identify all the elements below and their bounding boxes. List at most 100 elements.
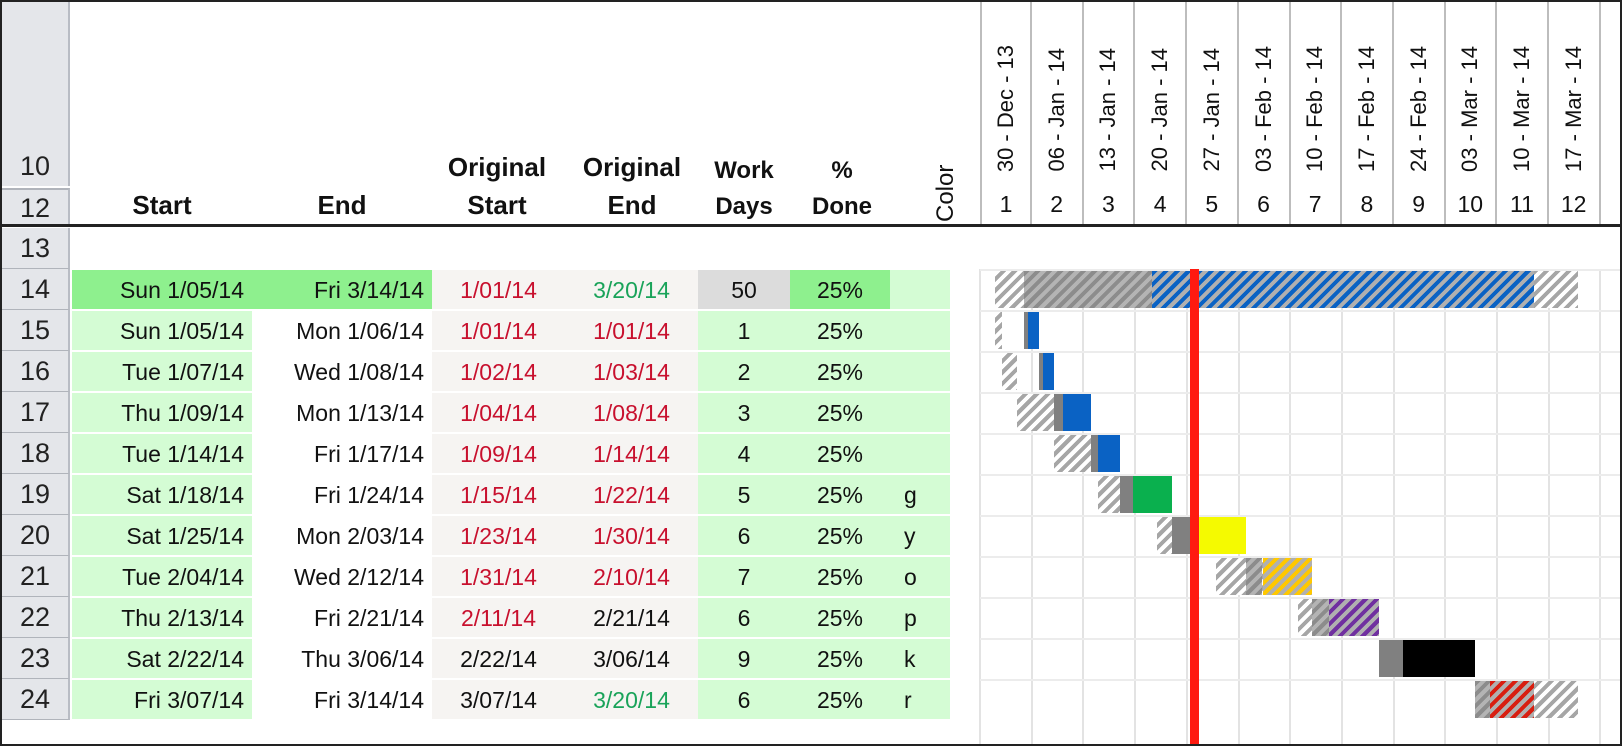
progress-done-bar[interactable] xyxy=(1245,558,1263,595)
start-date-cell[interactable]: Sat 2/22/14 xyxy=(72,639,252,678)
end-date-cell[interactable]: Thu 3/06/14 xyxy=(252,639,432,678)
row-header-15[interactable]: 15 xyxy=(2,310,70,351)
work-days-cell[interactable]: 7 xyxy=(698,557,790,596)
original-start-cell[interactable]: 1/31/14 xyxy=(432,557,565,596)
pct-done-cell[interactable]: 25% xyxy=(790,516,890,555)
progress-done-bar[interactable] xyxy=(1120,476,1134,513)
baseline-bar[interactable] xyxy=(1016,394,1054,431)
color-code-cell[interactable] xyxy=(890,352,950,391)
color-code-cell[interactable]: r xyxy=(890,680,950,719)
original-start-cell[interactable]: 1/01/14 xyxy=(432,311,565,350)
progress-done-bar[interactable] xyxy=(1172,517,1191,554)
progress-done-bar[interactable] xyxy=(1378,640,1403,677)
progress-done-bar[interactable] xyxy=(1312,599,1329,636)
end-date-cell[interactable]: Fri 3/14/14 xyxy=(252,680,432,719)
baseline-bar[interactable] xyxy=(994,312,1003,349)
task-bar-purple[interactable] xyxy=(1328,599,1379,636)
timeline-week-column[interactable]: 03 - Mar - 14 10 xyxy=(1445,2,1498,224)
color-code-cell[interactable] xyxy=(890,270,950,309)
task-bar-blue[interactable] xyxy=(1151,271,1534,308)
row-header-22[interactable]: 22 xyxy=(2,597,70,638)
end-date-cell[interactable]: Fri 2/21/14 xyxy=(252,598,432,637)
start-date-cell[interactable]: Fri 3/07/14 xyxy=(72,680,252,719)
original-end-cell[interactable]: 1/14/14 xyxy=(565,434,698,473)
work-days-cell[interactable]: 50 xyxy=(698,270,790,309)
start-date-cell[interactable]: Sat 1/25/14 xyxy=(72,516,252,555)
pct-done-cell[interactable]: 25% xyxy=(790,311,890,350)
task-bar-red[interactable] xyxy=(1489,681,1534,718)
task-bar-green[interactable] xyxy=(1133,476,1173,513)
pct-done-cell[interactable]: 25% xyxy=(790,639,890,678)
end-date-cell[interactable]: Mon 1/13/14 xyxy=(252,393,432,432)
end-date-cell[interactable]: Wed 1/08/14 xyxy=(252,352,432,391)
row-header-23[interactable]: 23 xyxy=(2,638,70,679)
task-bar-blue[interactable] xyxy=(1042,353,1054,390)
work-days-cell[interactable]: 3 xyxy=(698,393,790,432)
row-header-14[interactable]: 14 xyxy=(2,269,70,310)
work-days-cell[interactable]: 1 xyxy=(698,311,790,350)
progress-done-bar[interactable] xyxy=(1053,394,1064,431)
work-days-cell[interactable]: 6 xyxy=(698,680,790,719)
pct-done-cell[interactable]: 25% xyxy=(790,475,890,514)
end-date-cell[interactable]: Mon 2/03/14 xyxy=(252,516,432,555)
row-header-12[interactable]: 12 xyxy=(2,188,70,224)
work-days-cell[interactable]: 6 xyxy=(698,598,790,637)
timeline-week-column[interactable]: 10 - Feb - 14 7 xyxy=(1290,2,1343,224)
original-start-cell[interactable]: 1/04/14 xyxy=(432,393,565,432)
work-days-cell[interactable]: 9 xyxy=(698,639,790,678)
work-days-cell[interactable]: 2 xyxy=(698,352,790,391)
task-bar-blue[interactable] xyxy=(1028,312,1040,349)
original-start-cell[interactable]: 1/09/14 xyxy=(432,434,565,473)
progress-done-bar[interactable] xyxy=(1474,681,1490,718)
original-end-cell[interactable]: 1/08/14 xyxy=(565,393,698,432)
original-start-cell[interactable]: 2/11/14 xyxy=(432,598,565,637)
start-date-cell[interactable]: Tue 1/14/14 xyxy=(72,434,252,473)
start-date-cell[interactable]: Tue 2/04/14 xyxy=(72,557,252,596)
color-code-cell[interactable] xyxy=(890,393,950,432)
original-end-cell[interactable]: 3/20/14 xyxy=(565,270,698,309)
baseline-bar[interactable] xyxy=(1002,353,1017,390)
timeline-week-column[interactable]: 30 - Dec - 13 1 xyxy=(980,2,1032,224)
pct-done-cell[interactable]: 25% xyxy=(790,680,890,719)
row-header-17[interactable]: 17 xyxy=(2,392,70,433)
progress-done-bar[interactable] xyxy=(1024,271,1152,308)
row-header-21[interactable]: 21 xyxy=(2,556,70,597)
pct-done-cell[interactable]: 25% xyxy=(790,557,890,596)
timeline-week-column[interactable]: 10 - Mar - 14 11 xyxy=(1497,2,1549,224)
end-date-cell[interactable]: Wed 2/12/14 xyxy=(252,557,432,596)
timeline-week-column[interactable]: 24 - Feb - 14 9 xyxy=(1394,2,1446,224)
task-bar-orange[interactable] xyxy=(1262,558,1313,595)
end-date-cell[interactable]: Fri 3/14/14 xyxy=(252,270,432,309)
pct-done-cell[interactable]: 25% xyxy=(790,434,890,473)
original-start-cell[interactable]: 1/01/14 xyxy=(432,270,565,309)
start-date-cell[interactable]: Thu 2/13/14 xyxy=(72,598,252,637)
original-end-cell[interactable]: 1/03/14 xyxy=(565,352,698,391)
original-end-cell[interactable]: 2/10/14 xyxy=(565,557,698,596)
row-header-16[interactable]: 16 xyxy=(2,351,70,392)
original-end-cell[interactable]: 1/30/14 xyxy=(565,516,698,555)
end-date-cell[interactable]: Fri 1/24/14 xyxy=(252,475,432,514)
original-start-cell[interactable]: 1/15/14 xyxy=(432,475,565,514)
task-bar-black[interactable] xyxy=(1402,640,1475,677)
start-date-cell[interactable]: Sun 1/05/14 xyxy=(72,270,252,309)
start-date-cell[interactable]: Tue 1/07/14 xyxy=(72,352,252,391)
pct-done-cell[interactable]: 25% xyxy=(790,393,890,432)
task-bar-blue[interactable] xyxy=(1098,435,1121,472)
row-header-10[interactable]: 10 xyxy=(2,2,70,186)
start-date-cell[interactable]: Sat 1/18/14 xyxy=(72,475,252,514)
timeline-week-column[interactable]: 17 - Feb - 14 8 xyxy=(1342,2,1394,224)
color-code-cell[interactable]: y xyxy=(890,516,950,555)
original-start-cell[interactable]: 1/02/14 xyxy=(432,352,565,391)
original-end-cell[interactable]: 3/06/14 xyxy=(565,639,698,678)
original-end-cell[interactable]: 2/21/14 xyxy=(565,598,698,637)
work-days-cell[interactable]: 4 xyxy=(698,434,790,473)
row-header-13[interactable]: 13 xyxy=(2,228,70,269)
timeline-week-column[interactable]: 06 - Jan - 14 2 xyxy=(1032,2,1084,224)
timeline-week-column[interactable]: 27 - Jan - 14 5 xyxy=(1187,2,1239,224)
timeline-week-column[interactable]: 13 - Jan - 14 3 xyxy=(1083,2,1136,224)
row-header-18[interactable]: 18 xyxy=(2,433,70,474)
pct-done-cell[interactable]: 25% xyxy=(790,270,890,309)
task-bar-blue[interactable] xyxy=(1063,394,1091,431)
original-start-cell[interactable]: 1/23/14 xyxy=(432,516,565,555)
work-days-cell[interactable]: 5 xyxy=(698,475,790,514)
